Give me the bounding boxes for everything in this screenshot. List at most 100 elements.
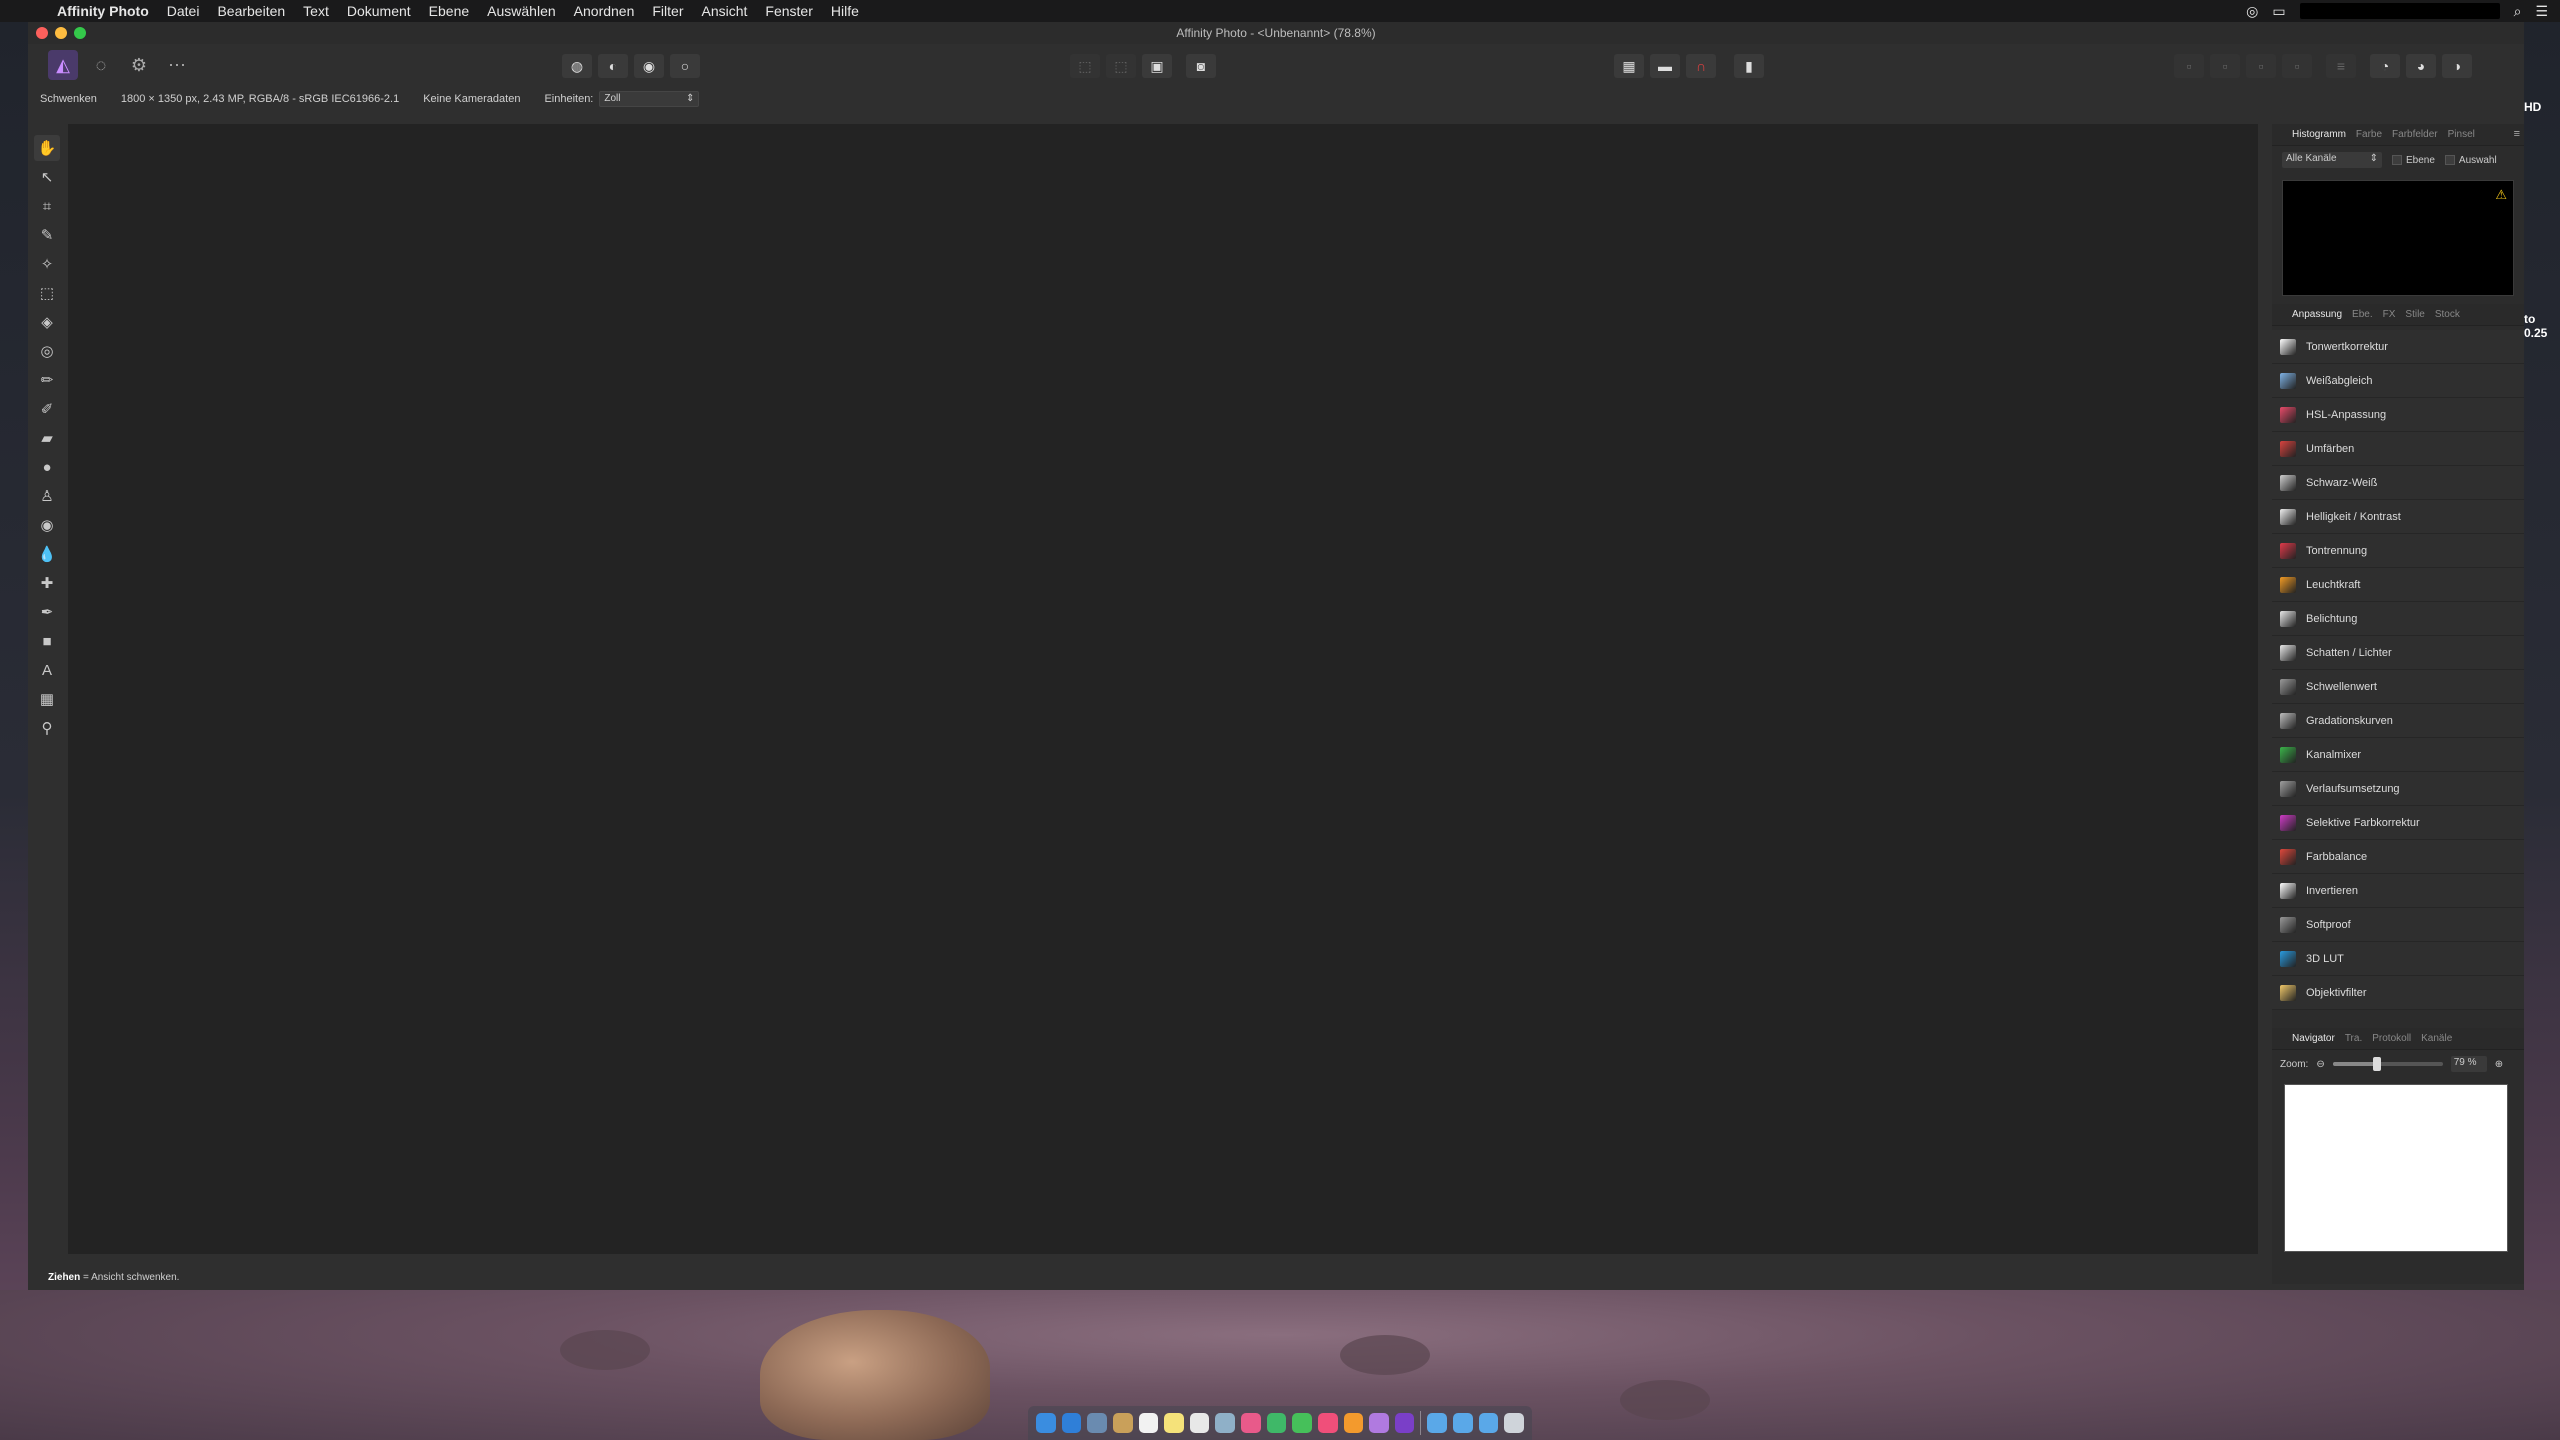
menu-datei[interactable]: Datei xyxy=(158,3,209,19)
zoom-value-field[interactable]: 79 % xyxy=(2450,1056,2487,1072)
notification-center-icon[interactable]: ☰ xyxy=(2535,3,2548,20)
warning-icon[interactable]: ⚠ xyxy=(2495,187,2507,203)
tab-stile[interactable]: Stile xyxy=(2405,309,2424,320)
tab-farbfelder[interactable]: Farbfelder xyxy=(2392,129,2438,140)
auto-white-balance-icon[interactable]: ○ xyxy=(670,54,700,78)
red-eye-tool-icon[interactable]: ◉ xyxy=(34,512,60,538)
text-tool-icon[interactable]: A xyxy=(34,657,60,683)
adjustment-item[interactable]: Verlaufsumsetzung xyxy=(2272,772,2524,806)
blur-brush-icon[interactable]: 💧 xyxy=(34,541,60,567)
podcasts-icon[interactable] xyxy=(1369,1413,1389,1433)
export-persona-icon[interactable]: ⋯ xyxy=(162,50,192,80)
close-window-button[interactable] xyxy=(36,27,48,39)
menu-ebene[interactable]: Ebene xyxy=(420,3,478,19)
menu-auswaehlen[interactable]: Auswählen xyxy=(478,3,565,19)
adjustment-item[interactable]: Weißabgleich xyxy=(2272,364,2524,398)
snapping-magnet-icon[interactable]: ∩ xyxy=(1686,54,1716,78)
tab-stock[interactable]: Stock xyxy=(2435,309,2460,320)
tab-navigator[interactable]: Navigator xyxy=(2292,1033,2335,1044)
navigator-preview[interactable] xyxy=(2284,1084,2508,1252)
healing-brush-icon[interactable]: ✚ xyxy=(34,570,60,596)
color-replacement-icon[interactable]: ✐ xyxy=(34,396,60,422)
adjustment-item[interactable]: Gradationskurven xyxy=(2272,704,2524,738)
auto-colors-icon[interactable]: ◉ xyxy=(634,54,664,78)
boolean-subtract-icon[interactable]: ◕ xyxy=(2406,54,2436,78)
develop-persona-icon[interactable]: ⚙ xyxy=(124,50,154,80)
ibooks-icon[interactable] xyxy=(1343,1413,1364,1433)
affinity-photo-dock-icon[interactable] xyxy=(1394,1413,1415,1433)
safari-icon[interactable] xyxy=(1061,1413,1082,1433)
pen-tool-icon[interactable]: ✒ xyxy=(34,599,60,625)
adjustment-item[interactable]: Schatten / Lichter xyxy=(2272,636,2524,670)
marquee-tool-icon[interactable]: ⬚ xyxy=(34,280,60,306)
eraser-icon[interactable]: ▰ xyxy=(34,425,60,451)
trash-icon[interactable] xyxy=(1504,1413,1524,1433)
minimize-window-button[interactable] xyxy=(55,27,67,39)
menu-ansicht[interactable]: Ansicht xyxy=(693,3,757,19)
snapping-toggle-icon[interactable]: ▬ xyxy=(1650,54,1680,78)
fill-tool-icon[interactable]: ◈ xyxy=(34,309,60,335)
tab-fx[interactable]: FX xyxy=(2383,309,2396,320)
selection-rectangle-icon[interactable]: ⬚ xyxy=(1070,54,1100,78)
adjustment-item[interactable]: Farbbalance xyxy=(2272,840,2524,874)
adjustment-item[interactable]: Umfärben xyxy=(2272,432,2524,466)
menubar-search-field[interactable] xyxy=(2299,3,2500,19)
adjustment-item[interactable]: Belichtung xyxy=(2272,602,2524,636)
applications-folder-icon[interactable] xyxy=(1427,1413,1447,1433)
adjustment-item[interactable]: HSL-Anpassung xyxy=(2272,398,2524,432)
liquify-persona-icon[interactable]: ◌ xyxy=(86,50,116,80)
zoom-slider-handle[interactable] xyxy=(2372,1057,2381,1071)
messages-icon[interactable] xyxy=(1266,1413,1287,1433)
zoom-out-icon[interactable]: ⊖ xyxy=(2316,1059,2324,1070)
finder-icon[interactable] xyxy=(1036,1413,1056,1433)
adjustment-item[interactable]: Softproof xyxy=(2272,908,2524,942)
arrange-forward-icon[interactable]: ▫ xyxy=(2246,54,2276,78)
airplay-icon[interactable]: ▭ xyxy=(2272,3,2285,20)
menu-fenster[interactable]: Fenster xyxy=(756,3,821,19)
zoom-in-icon[interactable]: ⊕ xyxy=(2495,1059,2503,1070)
adjustment-item[interactable]: Kanalmixer xyxy=(2272,738,2524,772)
move-tool-icon[interactable]: ↖ xyxy=(34,164,60,190)
canvas-area[interactable] xyxy=(68,124,2258,1254)
itunes-icon[interactable] xyxy=(1317,1413,1338,1433)
menu-text[interactable]: Text xyxy=(294,3,338,19)
arrange-front-icon[interactable]: ▫ xyxy=(2282,54,2312,78)
tab-transform[interactable]: Tra. xyxy=(2345,1033,2362,1044)
adjustment-item[interactable]: 3D LUT xyxy=(2272,942,2524,976)
units-select[interactable]: Zoll ⇕ xyxy=(599,91,700,107)
assistant-icon[interactable]: ▮ xyxy=(1734,54,1764,78)
tab-pinsel[interactable]: Pinsel xyxy=(2448,129,2475,140)
selection-brush-icon[interactable]: ✎ xyxy=(34,222,60,248)
menu-filter[interactable]: Filter xyxy=(643,3,692,19)
adjustment-item[interactable]: Selektive Farbkorrektur xyxy=(2272,806,2524,840)
selection-checkbox[interactable]: Auswahl xyxy=(2444,155,2497,166)
layer-checkbox[interactable]: Ebene xyxy=(2392,155,2435,166)
calendar-icon[interactable] xyxy=(1138,1413,1159,1433)
adjustment-item[interactable]: Leuchtkraft xyxy=(2272,568,2524,602)
zoom-window-button[interactable] xyxy=(74,27,86,39)
arrange-backward-icon[interactable]: ▫ xyxy=(2210,54,2240,78)
rectangle-tool-icon[interactable]: ■ xyxy=(34,628,60,654)
photo-persona-icon[interactable]: ◭ xyxy=(48,50,78,80)
auto-contrast-icon[interactable]: ◐ xyxy=(598,54,628,78)
menu-dokument[interactable]: Dokument xyxy=(338,3,420,19)
panel-menu-icon[interactable]: ≡ xyxy=(2514,128,2520,140)
arrange-back-icon[interactable]: ▫ xyxy=(2174,54,2204,78)
contacts-icon[interactable] xyxy=(1112,1413,1133,1433)
facetime-icon[interactable] xyxy=(1292,1413,1312,1433)
invert-selection-icon[interactable]: ⬚ xyxy=(1106,54,1136,78)
adjustment-item[interactable]: Helligkeit / Kontrast xyxy=(2272,500,2524,534)
quick-mask-icon[interactable]: ◙ xyxy=(1186,54,1216,78)
clone-tool-icon[interactable]: ♙ xyxy=(34,483,60,509)
adjustment-item[interactable]: Objektivfilter xyxy=(2272,976,2524,1010)
spotlight-icon[interactable]: ⌕ xyxy=(2514,3,2522,20)
menu-bearbeiten[interactable]: Bearbeiten xyxy=(208,3,294,19)
adjustment-item[interactable]: Tonwertkorrektur xyxy=(2272,330,2524,364)
refine-selection-icon[interactable]: ▣ xyxy=(1142,54,1172,78)
preview-icon[interactable] xyxy=(1087,1413,1107,1433)
boolean-add-icon[interactable]: ◔ xyxy=(2370,54,2400,78)
zoom-tool-icon[interactable]: ⚲ xyxy=(34,715,60,741)
auto-levels-icon[interactable]: ◍ xyxy=(562,54,592,78)
flood-select-icon[interactable]: ✧ xyxy=(34,251,60,277)
gradient-tool-icon[interactable]: ◎ xyxy=(34,338,60,364)
